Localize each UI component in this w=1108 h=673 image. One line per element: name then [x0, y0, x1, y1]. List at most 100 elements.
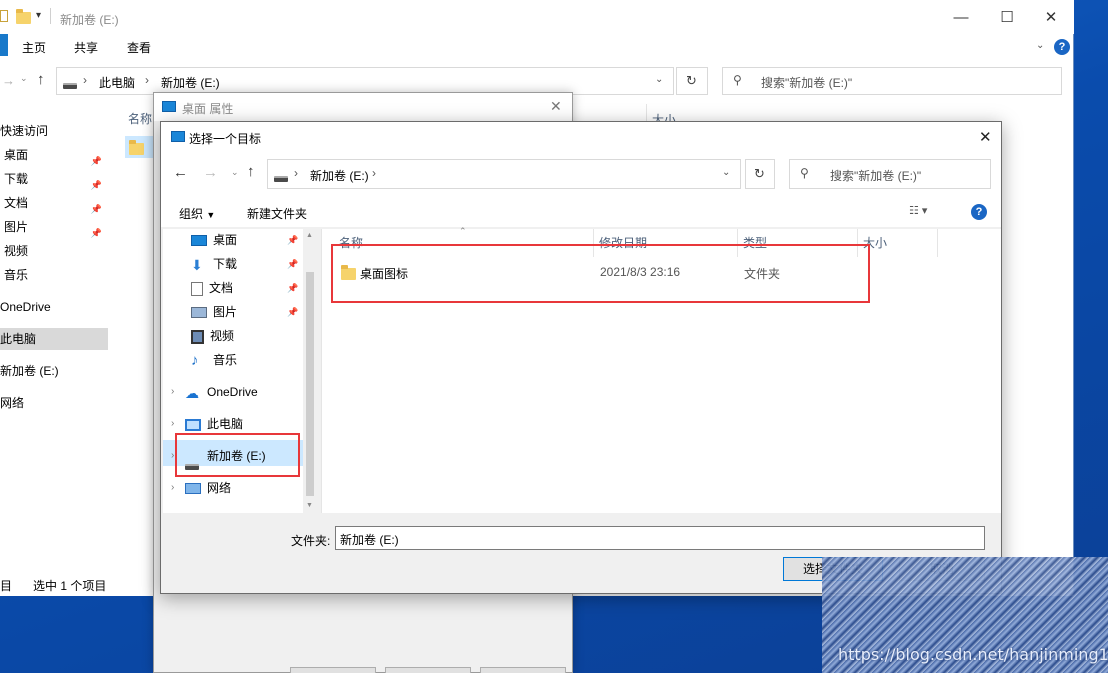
help-icon[interactable]: ? [1054, 39, 1070, 55]
nav-label: 下载 [4, 172, 29, 186]
chevron-right-icon[interactable]: › [171, 418, 174, 429]
computer-icon [185, 418, 201, 431]
picture-icon [191, 307, 207, 319]
selected-row[interactable] [125, 136, 153, 158]
minimize-icon[interactable]: — [938, 0, 984, 34]
tree-item-this-pc[interactable]: 此电脑 [185, 413, 243, 435]
dialog-search-input[interactable]: ⚲ 搜索"新加卷 (E:)" [789, 159, 991, 189]
tree-item-pictures[interactable]: 图片 [191, 301, 237, 323]
up-icon[interactable]: ↑ [247, 163, 255, 180]
breadcrumb-separator-icon: › [372, 166, 376, 180]
nav-quick-access[interactable]: 快速访问 [0, 120, 108, 142]
tree-item-downloads[interactable]: ⬇ 下载 [191, 253, 237, 275]
nav-videos[interactable]: 视频 [0, 240, 108, 262]
tree-label: 网络 [207, 481, 232, 495]
nav-pictures[interactable]: 图片 📌 [0, 216, 108, 238]
maximize-icon[interactable]: ☐ [984, 0, 1030, 34]
music-icon: ♪ [191, 351, 199, 369]
nav-label: 音乐 [4, 268, 29, 282]
ok-button[interactable] [290, 667, 376, 673]
tree-item-music[interactable]: ♪ 音乐 [191, 349, 237, 371]
nav-onedrive[interactable]: OneDrive [0, 296, 108, 318]
recent-dropdown-icon[interactable]: ⌄ [20, 73, 28, 84]
nav-music[interactable]: 音乐 [0, 264, 108, 286]
tree-label: 下载 [213, 257, 238, 271]
chevron-down-icon: ▼ [206, 210, 216, 220]
status-item-count: 目 [0, 579, 13, 593]
folder-input[interactable]: 新加卷 (E:) [335, 526, 985, 550]
close-icon[interactable]: ✕ [550, 98, 562, 115]
file-tab[interactable] [0, 34, 8, 56]
nav-documents[interactable]: 文档 📌 [0, 192, 108, 214]
address-dropdown-icon[interactable]: ⌄ [655, 74, 663, 85]
nav-label: 桌面 [4, 148, 29, 162]
tree-item-documents[interactable]: 文档 [191, 277, 233, 299]
tree-item-network[interactable]: 网络 [185, 477, 231, 499]
tree-item-desktop[interactable]: 桌面 [191, 229, 237, 251]
tree-label: 桌面 [213, 233, 238, 247]
nav-desktop[interactable]: 桌面 📌 [0, 144, 108, 166]
tree-item-onedrive[interactable]: ☁ OneDrive [185, 381, 258, 403]
nav-label: 新加卷 (E:) [0, 364, 59, 378]
recent-dropdown-icon[interactable]: ⌄ [231, 167, 239, 178]
tree-label: 视频 [210, 329, 235, 343]
refresh-button[interactable]: ↻ [745, 159, 775, 189]
tab-view[interactable]: 查看 [127, 39, 151, 56]
chevron-right-icon[interactable]: › [171, 482, 174, 493]
quick-access-dropdown-icon[interactable]: ▾ [36, 10, 41, 21]
breadcrumb-volume[interactable]: 新加卷 (E:) [310, 167, 369, 184]
dialog-title: 选择一个目标 [189, 132, 262, 146]
dialog-nav-row: ← → ⌄ ↑ › 新加卷 (E:) › ⌄ ↻ ⚲ 搜索"新加卷 (E:)" [161, 152, 1001, 196]
view-options-icon[interactable]: ☷ ▾ [909, 204, 927, 217]
forward-icon[interactable]: → [203, 164, 218, 181]
tab-home[interactable]: 主页 [22, 39, 46, 56]
chevron-right-icon[interactable]: › [171, 450, 174, 461]
breadcrumb-this-pc[interactable]: 此电脑 [99, 74, 135, 91]
title-divider [50, 8, 51, 24]
refresh-icon: ↻ [754, 166, 765, 181]
pin-icon: 📌 [287, 307, 299, 317]
tab-share[interactable]: 共享 [74, 39, 98, 56]
tree-item-videos[interactable]: 视频 [191, 325, 234, 347]
explorer-address-bar[interactable]: › 此电脑 › 新加卷 (E:) ⌄ [56, 67, 674, 95]
nav-volume-e[interactable]: 新加卷 (E:) [0, 360, 108, 382]
nav-label: 视频 [4, 244, 29, 258]
nav-network[interactable]: 网络 [0, 392, 108, 414]
scroll-up-icon[interactable]: ▲ [306, 232, 313, 239]
breadcrumb-volume[interactable]: 新加卷 (E:) [161, 74, 220, 91]
folder-icon [16, 8, 31, 24]
help-icon[interactable]: ? [971, 204, 987, 220]
nav-label: 图片 [4, 220, 29, 234]
refresh-button[interactable]: ↻ [676, 67, 708, 95]
organize-menu[interactable]: 组织 ▼ [179, 205, 215, 222]
breadcrumb-separator-icon: › [294, 166, 298, 180]
properties-titlebar: 桌面 属性 ✕ [154, 93, 572, 121]
nav-downloads[interactable]: 下载 📌 [0, 168, 108, 190]
search-icon: ⚲ [733, 73, 742, 87]
dialog-address-bar[interactable]: › 新加卷 (E:) › ⌄ [267, 159, 741, 189]
nav-this-pc[interactable]: 此电脑 [0, 328, 108, 350]
properties-icon [0, 10, 8, 22]
pin-icon: 📌 [287, 235, 299, 245]
column-name-header[interactable]: 名称 [128, 110, 152, 127]
up-icon[interactable]: ↑ [37, 71, 45, 88]
cancel-button[interactable] [385, 667, 471, 673]
explorer-title: 新加卷 (E:) [60, 13, 119, 27]
status-selection: 选中 1 个项目 [33, 579, 107, 593]
organize-label: 组织 [179, 207, 204, 221]
ribbon-expand-icon[interactable]: ⌄ [1036, 40, 1044, 51]
search-placeholder: 搜索"新加卷 (E:)" [761, 76, 853, 90]
new-folder-button[interactable]: 新建文件夹 [247, 205, 307, 222]
address-dropdown-icon[interactable]: ⌄ [722, 167, 730, 178]
chevron-right-icon[interactable]: › [171, 386, 174, 397]
explorer-search-input[interactable]: ⚲ 搜索"新加卷 (E:)" [722, 67, 1062, 95]
apply-button[interactable] [480, 667, 566, 673]
tree-scrollbar-thumb[interactable] [306, 272, 314, 496]
back-icon[interactable]: ← [173, 164, 188, 181]
scroll-down-icon[interactable]: ▼ [306, 502, 313, 509]
close-icon[interactable]: ✕ [1028, 0, 1074, 34]
dialog-icon [171, 131, 185, 142]
close-icon[interactable]: ✕ [979, 128, 992, 146]
desktop-icon [162, 101, 176, 112]
forward-icon[interactable]: → [2, 73, 15, 88]
